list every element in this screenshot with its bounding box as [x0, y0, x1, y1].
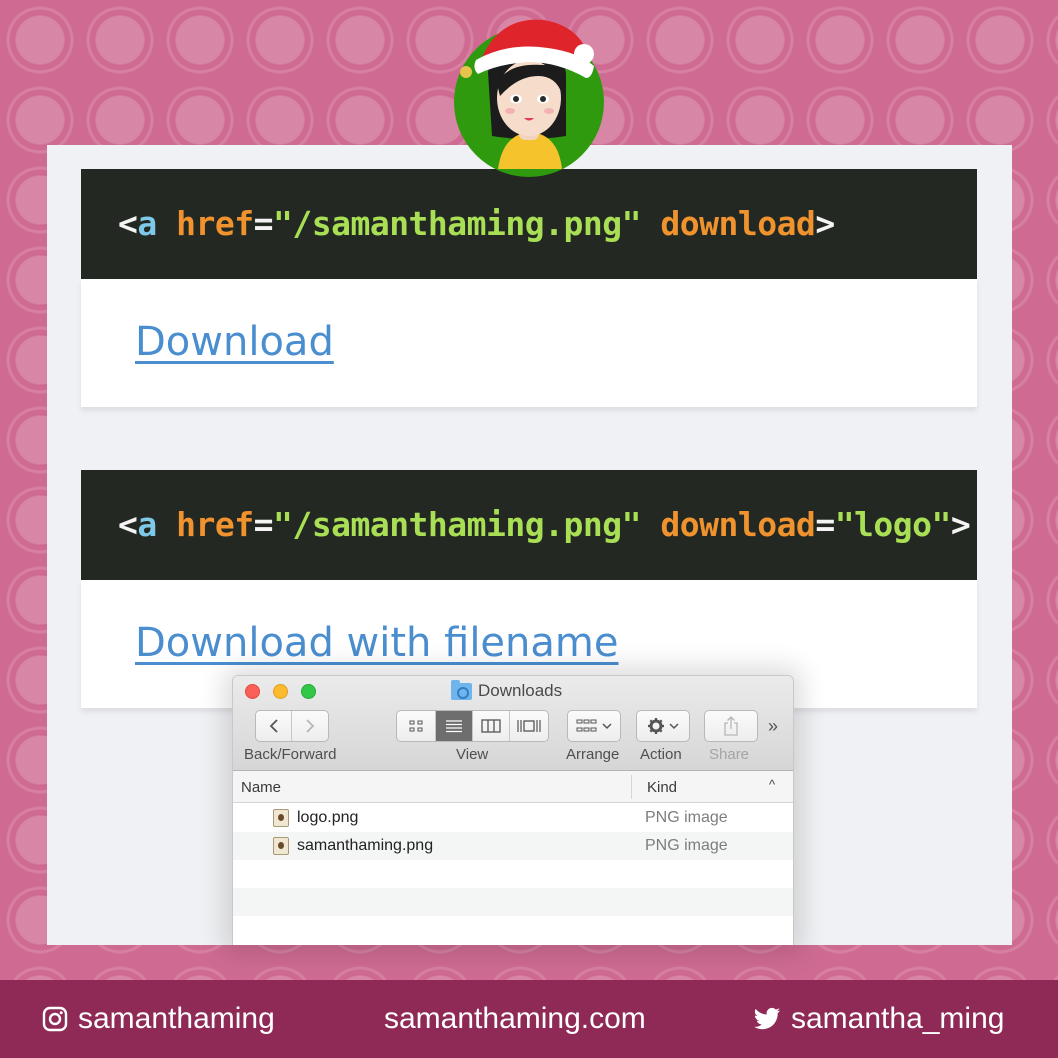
- file-name: logo.png: [297, 809, 359, 826]
- list-icon: [446, 720, 463, 733]
- close-window-button[interactable]: [245, 684, 260, 699]
- icon-view-button[interactable]: [397, 711, 437, 741]
- twitter-icon: [754, 1007, 780, 1030]
- code-attr-href: href: [176, 204, 254, 243]
- window-title-text: Downloads: [478, 681, 563, 700]
- website-link[interactable]: samanthaming.com: [384, 1002, 646, 1036]
- code-lt: <: [118, 505, 138, 544]
- chevron-left-icon: [269, 719, 278, 733]
- code-attr-href: href: [176, 505, 254, 544]
- chevron-right-icon: [306, 719, 315, 733]
- action-label: Action: [640, 746, 682, 763]
- arrange-button-inner: [568, 711, 620, 741]
- action-button-inner: [637, 711, 689, 741]
- twitter-handle-text: samantha_ming: [791, 1002, 1005, 1035]
- santa-avatar: [454, 19, 604, 177]
- view-control: [396, 710, 549, 742]
- finder-window: Downloads Back/Forward View Arrange Acti…: [232, 675, 794, 945]
- png-file-icon: [273, 809, 289, 827]
- instagram-icon: [42, 1006, 68, 1032]
- back-forward-label: Back/Forward: [244, 746, 337, 763]
- download-with-filename-link[interactable]: Download with filename: [135, 620, 618, 666]
- action-button[interactable]: [636, 710, 690, 742]
- list-header: Name Kind ^: [233, 771, 793, 803]
- code-gt: >: [815, 204, 835, 243]
- code-attr-download: download: [660, 204, 816, 243]
- minimize-window-button[interactable]: [273, 684, 288, 699]
- zoom-window-button[interactable]: [301, 684, 316, 699]
- gear-icon: [648, 718, 664, 734]
- forward-button[interactable]: [292, 711, 328, 741]
- link-preview-panel: Download: [81, 279, 977, 407]
- gallery-view-button[interactable]: [510, 711, 548, 741]
- png-file-icon: [273, 837, 289, 855]
- code-gt: >: [950, 505, 971, 544]
- name-column-header[interactable]: Name: [241, 779, 281, 796]
- code-attr-download: download: [660, 505, 816, 544]
- chevron-down-icon: [602, 723, 612, 730]
- arrange-button[interactable]: [567, 710, 621, 742]
- back-button[interactable]: [256, 711, 293, 741]
- code-download-value: "logo": [834, 505, 952, 544]
- toolbar-overflow-button[interactable]: »: [768, 716, 778, 737]
- share-button[interactable]: [704, 710, 758, 742]
- file-kind: PNG image: [645, 809, 728, 826]
- empty-row: [233, 860, 793, 888]
- arrange-label: Arrange: [566, 746, 620, 763]
- download-link[interactable]: Download: [135, 319, 334, 365]
- code-href-value: "/samanthaming.png": [272, 505, 642, 544]
- code-tag: a: [137, 505, 157, 544]
- code-eq: =: [815, 505, 835, 544]
- share-icon: [724, 716, 738, 736]
- code-tag: a: [137, 204, 157, 243]
- file-row[interactable]: samanthaming.png PNG image: [233, 832, 793, 860]
- chevron-down-icon: [669, 723, 679, 730]
- list-view-button[interactable]: [436, 711, 473, 741]
- kind-column-header[interactable]: Kind: [647, 779, 677, 796]
- column-view-button[interactable]: [473, 711, 510, 741]
- file-kind: PNG image: [645, 837, 728, 854]
- file-name: samanthaming.png: [297, 837, 434, 854]
- code-snippet-download-filename: <a href="/samanthaming.png" download="lo…: [81, 470, 977, 580]
- website-text: samanthaming.com: [384, 1002, 646, 1035]
- file-row[interactable]: logo.png PNG image: [233, 804, 793, 832]
- column-divider[interactable]: [631, 775, 632, 799]
- share-button-inner: [705, 711, 757, 741]
- share-label: Share: [709, 746, 750, 763]
- code-snippet-download: <a href="/samanthaming.png" download>: [81, 169, 977, 279]
- sort-ascending-icon[interactable]: ^: [769, 777, 775, 792]
- back-forward-control: [255, 710, 329, 742]
- code-eq: =: [253, 204, 274, 243]
- twitter-handle[interactable]: samantha_ming: [753, 1002, 1004, 1036]
- grid-icon: [409, 720, 423, 732]
- arrange-icon: [576, 719, 597, 732]
- view-label: View: [456, 746, 489, 763]
- code-eq: =: [253, 505, 274, 544]
- folder-icon: [451, 679, 472, 700]
- columns-icon: [481, 719, 501, 733]
- instagram-handle[interactable]: samanthaming: [42, 1002, 275, 1036]
- code-href-value: "/samanthaming.png": [272, 204, 642, 243]
- empty-row: [233, 916, 793, 944]
- instagram-handle-text: samanthaming: [78, 1002, 275, 1035]
- empty-row: [233, 888, 793, 916]
- footer-bar: samanthaming samanthaming.com samantha_m…: [0, 980, 1058, 1058]
- window-title: Downloads: [451, 679, 563, 701]
- gallery-icon: [517, 720, 541, 732]
- code-lt: <: [118, 204, 138, 243]
- finder-toolbar: Downloads Back/Forward View Arrange Acti…: [233, 676, 793, 771]
